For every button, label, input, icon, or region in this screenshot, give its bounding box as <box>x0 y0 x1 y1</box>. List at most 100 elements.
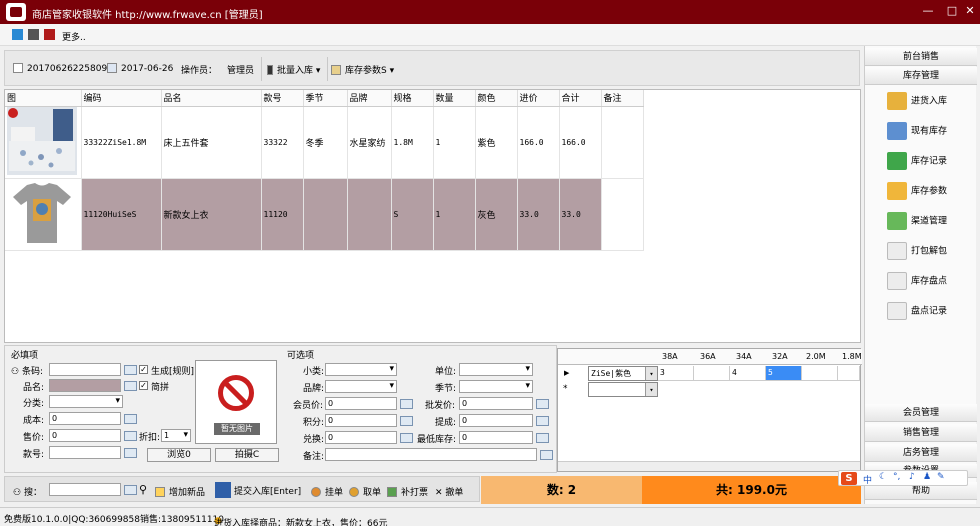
column-header[interactable]: 颜色 <box>475 90 518 107</box>
generate-checkbox[interactable]: ✓ <box>139 365 148 374</box>
name-input[interactable] <box>49 379 121 392</box>
microphone-icon[interactable]: ♪ <box>909 472 915 482</box>
keyboard-icon[interactable] <box>400 399 413 409</box>
cell-color[interactable]: 紫色 <box>475 106 518 179</box>
cell-spec[interactable]: S <box>391 178 434 251</box>
nav-sales[interactable]: 销售管理 <box>865 424 977 442</box>
column-header[interactable]: 数量 <box>433 90 476 107</box>
nav-item-inbound[interactable]: 进货入库 <box>887 92 947 114</box>
cell-style[interactable]: 11120 <box>261 178 304 251</box>
size-header[interactable]: 1.8M <box>842 352 862 361</box>
cell-season[interactable] <box>303 178 348 251</box>
keyboard-icon[interactable] <box>124 365 137 375</box>
add-product-button[interactable]: 增加新品 <box>155 485 205 498</box>
column-header[interactable]: 图 <box>5 90 82 107</box>
keyboard-icon[interactable] <box>536 416 549 426</box>
size-qty-cell[interactable]: 3 <box>658 366 694 381</box>
keyboard-icon[interactable] <box>124 431 137 441</box>
hold-order-button[interactable]: 挂单 <box>311 485 343 498</box>
minimize-button[interactable]: — <box>920 4 936 18</box>
nav-store[interactable]: 店务管理 <box>865 444 977 462</box>
generate-rule-label[interactable]: 生成[规则] <box>151 364 194 377</box>
more-skins-link[interactable]: 更多.. <box>62 30 86 43</box>
keyboard-icon[interactable] <box>124 485 137 495</box>
cell-name[interactable]: 新款女上衣 <box>161 178 262 251</box>
table-row[interactable]: 33322ZiSe1.8M 床上五件套 33322 冬季 水星家纺 1.8M 1… <box>5 106 644 179</box>
commission-input[interactable]: 0 <box>459 414 533 427</box>
maximize-button[interactable]: □ <box>944 4 960 18</box>
discount-select[interactable]: 1 <box>161 429 191 442</box>
close-button[interactable]: ✕ <box>962 4 978 18</box>
skin-gray-swatch[interactable] <box>28 29 39 40</box>
wholesale-input[interactable]: 0 <box>459 397 533 410</box>
ime-mode-label[interactable]: 中 <box>863 473 872 486</box>
keyboard-icon[interactable] <box>400 433 413 443</box>
ime-toolbar[interactable]: S 中 ☾ °, ♪ ♟ ✎ <box>838 470 968 486</box>
stock-params-button[interactable]: 库存参数S ▾ <box>331 63 394 76</box>
nav-members[interactable]: 会员管理 <box>865 404 977 422</box>
column-header[interactable]: 备注 <box>601 90 644 107</box>
keyboard-icon[interactable] <box>124 414 137 424</box>
skin-blue-swatch[interactable] <box>12 29 23 40</box>
season-select[interactable] <box>459 380 533 393</box>
column-header[interactable]: 编码 <box>81 90 162 107</box>
pinyin-label[interactable]: 简拼 <box>151 380 169 393</box>
cost-input[interactable]: 0 <box>49 412 121 425</box>
size-header[interactable]: 32A <box>772 352 788 361</box>
chevron-down-icon[interactable]: ▾ <box>645 367 657 380</box>
keyboard-icon[interactable] <box>540 450 553 460</box>
size-qty-cell[interactable] <box>838 366 860 381</box>
cell-qty[interactable]: 1 <box>433 178 476 251</box>
size-quantity-grid[interactable]: 38A 36A 34A 32A 2.0M 1.8M ▶ ZiSe|紫色 ▾ 3 4… <box>557 348 862 472</box>
barcode-input[interactable] <box>49 363 121 376</box>
column-header[interactable]: 合计 <box>559 90 602 107</box>
new-color-select[interactable]: ▾ <box>588 382 658 397</box>
cell-qty[interactable]: 1 <box>433 106 476 179</box>
exchange-input[interactable]: 0 <box>325 431 397 444</box>
unit-select[interactable] <box>459 363 533 376</box>
skin-red-swatch[interactable] <box>44 29 55 40</box>
cell-code[interactable]: 33322ZiSe1.8M <box>81 106 162 179</box>
table-row[interactable]: 11120HuiSeS 新款女上衣 11120 S 1 灰色 33.0 33.0 <box>5 178 644 251</box>
inbound-items-table[interactable]: 图 编码 品名 款号 季节 品牌 规格 数量 颜色 进价 合计 备注 33322… <box>4 89 861 343</box>
member-price-input[interactable]: 0 <box>325 397 397 410</box>
price-input[interactable]: 0 <box>49 429 121 442</box>
size-header[interactable]: 38A <box>662 352 678 361</box>
person-icon[interactable]: ♟ <box>923 472 931 482</box>
submit-inbound-button[interactable]: 提交入库[Enter] <box>215 482 301 498</box>
cell-spec[interactable]: 1.8M <box>391 106 434 179</box>
cell-total[interactable]: 166.0 <box>559 106 602 179</box>
cell-style[interactable]: 33322 <box>261 106 304 179</box>
size-header[interactable]: 2.0M <box>806 352 826 361</box>
nav-item-stocktake-records[interactable]: 盘点记录 <box>887 302 947 324</box>
cell-name[interactable]: 床上五件套 <box>161 106 262 179</box>
column-header[interactable]: 规格 <box>391 90 434 107</box>
nav-item-channels[interactable]: 渠道管理 <box>887 212 947 234</box>
color-select[interactable]: ZiSe|紫色 ▾ <box>588 366 658 381</box>
cell-cost[interactable]: 166.0 <box>517 106 560 179</box>
cell-color[interactable]: 灰色 <box>475 178 518 251</box>
brand-select[interactable] <box>325 380 397 393</box>
cell-note[interactable] <box>601 106 644 179</box>
column-header[interactable]: 品名 <box>161 90 262 107</box>
keyboard-icon[interactable] <box>400 416 413 426</box>
pinyin-checkbox[interactable]: ✓ <box>139 381 148 390</box>
search-input[interactable] <box>49 483 121 496</box>
size-qty-cell[interactable] <box>694 366 730 381</box>
category-select[interactable] <box>49 395 123 408</box>
nav-front-sales[interactable]: 前台销售 <box>865 48 977 66</box>
nav-item-pack-unpack[interactable]: 打包解包 <box>887 242 947 264</box>
cancel-order-button[interactable]: ✕ 撤单 <box>435 485 463 498</box>
browse-button[interactable]: 浏览0 <box>147 448 211 462</box>
min-stock-input[interactable]: 0 <box>459 431 533 444</box>
cell-brand[interactable] <box>347 178 392 251</box>
note-input[interactable] <box>325 448 537 461</box>
horizontal-scrollbar[interactable] <box>558 461 860 471</box>
cell-season[interactable]: 冬季 <box>303 106 348 179</box>
doc-date[interactable]: 2017-06-26 <box>107 63 173 74</box>
size-header[interactable]: 36A <box>700 352 716 361</box>
cell-cost[interactable]: 33.0 <box>517 178 560 251</box>
settings-icon[interactable]: ✎ <box>937 472 945 482</box>
size-qty-cell[interactable]: 4 <box>730 366 766 381</box>
nav-item-stock-params[interactable]: 库存参数 <box>887 182 947 204</box>
